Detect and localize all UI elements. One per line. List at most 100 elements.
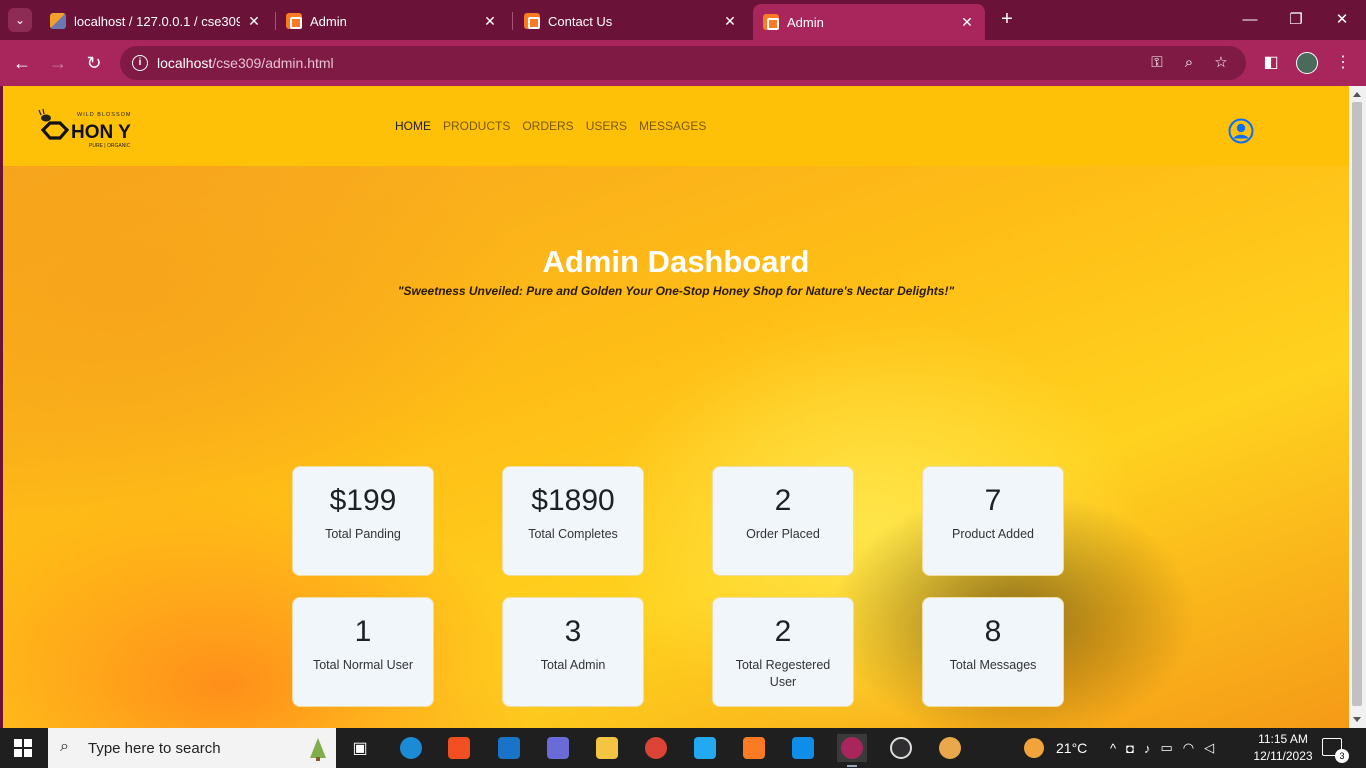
copilot-icon[interactable]: [543, 734, 573, 762]
stat-label: Total Normal User: [312, 658, 414, 672]
xampp-taskbar-icon[interactable]: [739, 734, 769, 762]
scroll-down-arrow[interactable]: [1353, 717, 1361, 722]
stat-card-total-completes: $1890 Total Completes: [502, 466, 644, 576]
nav-orders[interactable]: ORDERS: [522, 119, 573, 133]
show-hidden-icons[interactable]: ^: [1110, 741, 1116, 756]
logo-top-text: WILD BLOSSOM: [77, 112, 131, 118]
clock-time: 11:15 AM: [1258, 732, 1308, 746]
side-panel-icon[interactable]: ◧: [1260, 52, 1282, 74]
restore-button[interactable]: ❐: [1276, 6, 1316, 34]
teamviewer-icon[interactable]: [788, 734, 818, 762]
search-placeholder: Type here to search: [88, 740, 221, 757]
nav-users[interactable]: USERS: [586, 119, 627, 133]
stat-card-order-placed: 2 Order Placed: [712, 466, 854, 576]
stat-label: Total Messages: [949, 658, 1037, 672]
key-icon[interactable]: ⚿: [1147, 53, 1167, 73]
camera-icon[interactable]: ◘: [1126, 741, 1134, 756]
close-tab-icon[interactable]: ✕: [482, 13, 498, 30]
menu-kebab-icon[interactable]: ⋮: [1332, 52, 1354, 74]
wifi-icon[interactable]: ◠: [1183, 740, 1194, 756]
tab-separator: [512, 12, 513, 30]
browser-tab-admin-active[interactable]: Admin ✕: [753, 4, 985, 40]
close-tab-icon[interactable]: ✕: [246, 13, 262, 30]
site-header: WILD BLOSSOM HON Y PURE | ORGANIC HOME P…: [3, 86, 1349, 166]
paint-icon[interactable]: [935, 734, 965, 762]
profile-avatar[interactable]: [1296, 52, 1318, 74]
stat-value: $199: [329, 484, 397, 517]
search-highlight-icon: [310, 738, 326, 761]
minimize-button[interactable]: —: [1230, 6, 1270, 34]
logo-main-text: HON Y: [71, 122, 131, 143]
volume-icon[interactable]: ◁: [1204, 740, 1214, 756]
stat-label: Total Regestered User: [735, 658, 831, 689]
close-tab-icon[interactable]: ✕: [959, 14, 975, 31]
chrome-profile-icon[interactable]: [837, 734, 867, 767]
page-title: Admin Dashboard: [542, 244, 810, 279]
taskbar-search-box[interactable]: ⌕ Type here to search: [48, 728, 336, 768]
microphone-icon[interactable]: ♪: [1144, 741, 1151, 756]
stat-value: 7: [984, 484, 1002, 517]
close-window-button[interactable]: ✕: [1322, 6, 1362, 34]
weather-sun-icon: [1024, 738, 1044, 758]
tab-title: localhost / 127.0.0.1 / cse309 / t: [74, 13, 240, 29]
stat-value: 2: [774, 484, 792, 517]
nav-messages[interactable]: MESSAGES: [639, 119, 706, 133]
reload-button[interactable]: ↻: [81, 50, 107, 76]
tab-search-button[interactable]: ⌄: [8, 8, 32, 32]
stat-card-total-messages: 8 Total Messages: [922, 597, 1064, 707]
notification-count: 3: [1335, 749, 1349, 763]
clock-date: 12/11/2023: [1253, 749, 1313, 763]
site-info-icon[interactable]: i: [132, 55, 148, 71]
main-nav: HOME PRODUCTS ORDERS USERS MESSAGES: [395, 119, 706, 133]
edge-icon[interactable]: [396, 734, 426, 762]
battery-icon[interactable]: ▭: [1160, 740, 1172, 756]
browser-toolbar: ← → ↻ i localhost/cse309/admin.html ⚿ ⌕ …: [0, 40, 1366, 86]
bee-icon: [38, 108, 51, 122]
stat-value: 8: [984, 615, 1002, 648]
vscode-icon[interactable]: [690, 734, 720, 762]
bookmark-star-icon[interactable]: ☆: [1211, 53, 1231, 73]
obs-icon[interactable]: [886, 734, 916, 762]
windows-start-icon[interactable]: [14, 739, 32, 757]
honey-logo[interactable]: WILD BLOSSOM HON Y PURE | ORGANIC: [37, 106, 152, 150]
tab-title: Contact Us: [548, 13, 613, 29]
microsoft-store-icon[interactable]: [444, 734, 474, 762]
zoom-icon[interactable]: ⌕: [1179, 53, 1199, 73]
user-account-icon[interactable]: [1228, 118, 1254, 144]
page-viewport: WILD BLOSSOM HON Y PURE | ORGANIC HOME P…: [3, 86, 1349, 728]
address-bar[interactable]: i localhost/cse309/admin.html ⚿ ⌕ ☆: [120, 46, 1246, 80]
new-tab-button[interactable]: +: [996, 8, 1018, 30]
stat-label: Total Panding: [325, 527, 401, 541]
browser-tab-phpmyadmin[interactable]: localhost / 127.0.0.1 / cse309 / t ✕: [40, 6, 272, 36]
mail-icon[interactable]: [494, 734, 524, 762]
notification-center-icon[interactable]: 3: [1322, 738, 1349, 763]
stat-card-product-added: 7 Product Added: [922, 466, 1064, 576]
page-scrollbar[interactable]: [1349, 86, 1366, 728]
stat-label: Product Added: [951, 527, 1034, 541]
phpmyadmin-icon: [50, 13, 66, 29]
close-tab-icon[interactable]: ✕: [722, 13, 738, 30]
back-button[interactable]: ←: [9, 50, 35, 76]
stat-value: 1: [354, 615, 372, 648]
url-text[interactable]: localhost/cse309/admin.html: [157, 55, 334, 71]
chrome-icon[interactable]: [641, 734, 671, 762]
scroll-up-arrow[interactable]: [1353, 92, 1361, 97]
forward-button[interactable]: →: [45, 50, 71, 76]
browser-tab-bar: ⌄ localhost / 127.0.0.1 / cse309 / t ✕ A…: [0, 0, 1366, 40]
file-explorer-icon[interactable]: [592, 734, 622, 762]
logo-sub-text: PURE | ORGANIC: [89, 143, 131, 149]
url-path: /cse309/admin.html: [212, 55, 334, 71]
stat-card-normal-users: 1 Total Normal User: [292, 597, 434, 707]
scroll-thumb[interactable]: [1352, 102, 1362, 706]
task-view-icon[interactable]: ▣: [345, 734, 375, 762]
nav-products[interactable]: PRODUCTS: [443, 119, 510, 133]
stat-card-registered-users: 2 Total Regestered User: [712, 597, 854, 707]
nav-home[interactable]: HOME: [395, 119, 431, 133]
weather-temperature: 21°C: [1056, 740, 1088, 756]
browser-tab-contact[interactable]: Contact Us ✕: [514, 6, 748, 36]
stat-label: Total Admin: [540, 658, 606, 672]
browser-tab-admin[interactable]: Admin ✕: [276, 6, 508, 36]
weather-widget[interactable]: 21°C: [1024, 728, 1087, 768]
windows-taskbar: ⌕ Type here to search ▣ 21°C ^ ◘ ♪ ▭ ◠ ◁…: [0, 728, 1366, 768]
taskbar-clock[interactable]: 11:15 AM 12/11/2023: [1252, 731, 1314, 765]
